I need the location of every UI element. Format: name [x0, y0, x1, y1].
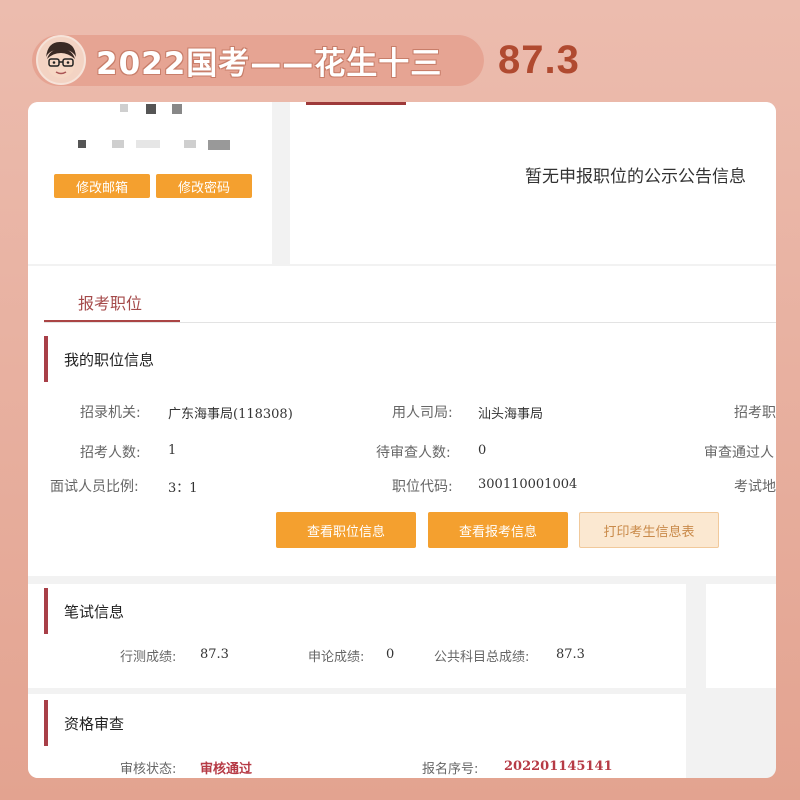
field-value: 300110001004	[478, 477, 578, 492]
blurred-text	[172, 104, 182, 114]
score-display: 87.3	[498, 38, 580, 82]
field-label: 审查通过人	[704, 445, 774, 461]
blurred-text	[184, 140, 196, 148]
written-exam-panel: 笔试信息 行测成绩: 87.3 申论成绩: 0 公共科目总成绩: 87.3	[28, 584, 686, 688]
score-label: 行测成绩:	[120, 650, 177, 665]
serial-number-value: 202201145141	[504, 759, 613, 774]
written-exam-heading: 笔试信息	[44, 588, 686, 634]
field-label: 考试地	[734, 479, 776, 495]
field-value: 3：1	[168, 481, 198, 496]
screenshot-frame: 修改邮箱 修改密码 暂无申报职位的公示公告信息 报考职位 我的职位信息 招录机关…	[28, 102, 776, 778]
section-title: 笔试信息	[64, 602, 125, 621]
qualification-heading: 资格审查	[44, 700, 686, 746]
tab-applied-position[interactable]: 报考职位	[44, 284, 180, 322]
field-label: 用人司局:	[392, 405, 453, 421]
print-candidate-form-button[interactable]: 打印考生信息表	[579, 512, 719, 548]
position-info-heading: 我的职位信息	[44, 336, 776, 382]
score-label: 申论成绩:	[308, 650, 365, 665]
field-label: 待审查人数:	[376, 445, 451, 461]
card-accent-line	[306, 102, 406, 105]
qualification-panel: 资格审查 审核状态: 审核通过 报名序号: 202201145141	[28, 694, 686, 778]
section-title: 我的职位信息	[64, 350, 155, 369]
field-value: 1	[168, 443, 177, 458]
side-panel	[706, 584, 776, 688]
field-label: 面试人员比例:	[50, 479, 139, 495]
score-label: 公共科目总成绩:	[434, 650, 530, 665]
field-value: 0	[478, 443, 487, 458]
change-email-button[interactable]: 修改邮箱	[54, 174, 150, 198]
avatar	[36, 35, 86, 85]
cartoon-face-icon	[46, 41, 76, 78]
serial-label: 报名序号:	[422, 762, 479, 777]
score-value: 0	[386, 647, 395, 662]
status-label: 审核状态:	[120, 762, 177, 777]
view-position-button[interactable]: 查看职位信息	[276, 512, 416, 548]
review-status-value: 审核通过	[200, 762, 253, 777]
field-label: 招考职	[734, 405, 776, 421]
field-label: 招考人数:	[80, 445, 141, 461]
blurred-text	[78, 140, 86, 148]
notice-message: 暂无申报职位的公示公告信息	[525, 167, 746, 187]
field-label: 招录机关:	[80, 405, 141, 421]
blurred-text	[120, 104, 128, 112]
score-value: 87.3	[556, 647, 585, 662]
blurred-text	[136, 140, 160, 148]
section-title: 资格审查	[64, 714, 125, 733]
blurred-text	[208, 140, 230, 150]
change-password-button[interactable]: 修改密码	[156, 174, 252, 198]
field-value: 广东海事局(118308)	[168, 407, 293, 422]
position-panel: 报考职位 我的职位信息 招录机关: 广东海事局(118308) 用人司局: 汕头…	[28, 266, 776, 576]
field-label: 职位代码:	[392, 479, 453, 495]
profile-card: 修改邮箱 修改密码	[28, 102, 272, 264]
tab-divider	[44, 322, 776, 323]
blurred-text	[112, 140, 124, 148]
score-value: 87.3	[200, 647, 229, 662]
banner-title: 2022国考——花生十三	[96, 45, 443, 82]
blurred-text	[146, 104, 156, 114]
view-application-button[interactable]: 查看报考信息	[428, 512, 568, 548]
title-banner: 2022国考——花生十三	[32, 34, 484, 86]
notice-card: 暂无申报职位的公示公告信息	[290, 102, 776, 264]
field-value: 汕头海事局	[478, 407, 544, 422]
